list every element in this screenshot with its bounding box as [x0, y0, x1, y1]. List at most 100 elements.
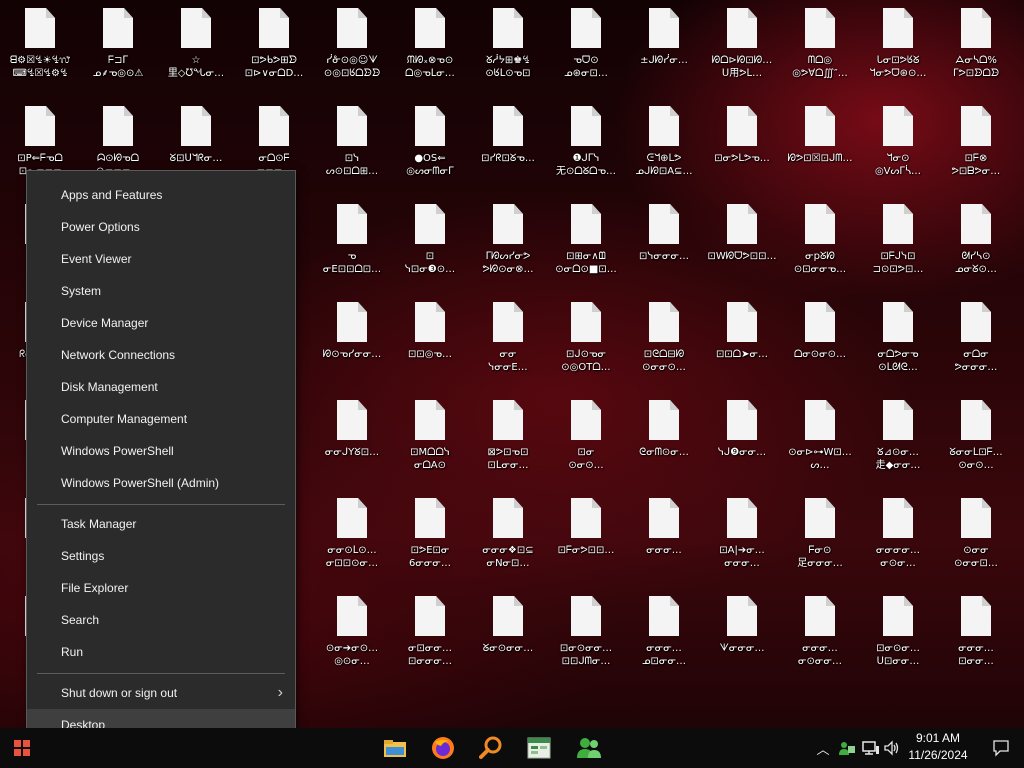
menu-item-windows-powershell-admin[interactable]: Windows PowerShell (Admin)	[27, 467, 295, 499]
desktop-file-icon[interactable]: ᘓᓂᗰ⊙ᓂ…	[626, 398, 702, 490]
desktop-file-label: ᘓᓂᗰ⊙ᓂ…	[639, 447, 689, 458]
desktop-file-icon[interactable]: ᓂᓂ⊙ᒪ⊙… ᓂ⊡⊡⊙ᓂ…	[314, 496, 390, 588]
desktop-file-icon[interactable]: ᘗᗝ⊳ᘗ⊡ᘗ… ᑌ用ᕗᒪ…	[704, 6, 780, 98]
desktop-file-icon[interactable]: ᓂᗝᓂ ᕗᓂᓂᓂ…	[938, 300, 1014, 392]
desktop-file-icon[interactable]: ᓂᓂ ᓭᓂᓂE…	[470, 300, 546, 392]
desktop-file-icon[interactable]: ᓭᒍ❾ᓂᓂ…	[704, 398, 780, 490]
desktop-file-icon[interactable]: ⊡ᘓᗝ⊟ᘗ ⊙ᓂᓂ⊙…	[626, 300, 702, 392]
desktop-file-icon[interactable]: ⊡Mᗝᗝᓭ ᓂᗝA⊙	[392, 398, 468, 490]
desktop-file-icon[interactable]: ⊡⊞ᓂ∧ᗶ ⊙ᓂᗝ⊙■⊡…	[548, 202, 624, 294]
desktop-file-icon[interactable]: ᕮᖻ⊕ᒪᕗ ᓄᒍᘗ⊡A⊆…	[626, 104, 702, 196]
desktop-file-icon[interactable]: ⊡ᕗᑲᕗ⊞ᗦ ⊡⊳∨ᓂᗝD…	[236, 6, 312, 98]
desktop-file-icon[interactable]: ᗝᓂ⊙ᓂ⊙…	[782, 300, 858, 392]
desktop-file-icon[interactable]: ᓂᓂᓂ… ⊡ᓂᓂ…	[938, 594, 1014, 686]
system-clock[interactable]: 9:01 AM 11/26/2024	[898, 730, 978, 766]
desktop-file-icon[interactable]: ᘜᓂᓂᒪ⊡ᖴ… ⊙ᓂ⊙…	[938, 398, 1014, 490]
desktop-file-icon[interactable]: ᓂᓂᓂ…	[626, 496, 702, 588]
taskbar-file-explorer[interactable]	[372, 728, 418, 768]
desktop-file-icon[interactable]: ᓂᓂᓂ❖⊡⊆ ᓂNᓂ⊡…	[470, 496, 546, 588]
desktop-file-icon[interactable]: ⊡⊡◎ᓀ…	[392, 300, 468, 392]
desktop-file-icon[interactable]: ᘜᓲᔭ⊞♚ꔈ ⊙ᖉᒪ⊙ᓀ⊡	[470, 6, 546, 98]
desktop-file-icon[interactable]: ᓀ ᓂE⊡⊡ᗝ⊡…	[314, 202, 390, 294]
start-button[interactable]	[0, 728, 44, 768]
desktop-file-icon[interactable]: ᘜᓂ⊙ᓂᓂ…	[470, 594, 546, 686]
desktop-file-icon[interactable]: ⊡ᓂ⊙ᓂ… ᑌ⊡ᓂᓂ…	[860, 594, 936, 686]
desktop-file-icon[interactable]: ᗐᓂᓂᓂ…	[704, 594, 780, 686]
desktop-file-icon[interactable]: ᗋᓂᓴᗝ% ᒥᕗ⊡ᗦᗝᗦ	[938, 6, 1014, 98]
desktop-file-icon[interactable]: ⊡ᕗE⊡ᓂ 6ᓂᓂᓂ…	[392, 496, 468, 588]
desktop-file-icon[interactable]: ᘛᓯᓴ⊙ ᓄᓂᘜ⊙…	[938, 202, 1014, 294]
desktop-file-icon[interactable]: ⊡ᖴ⊗ ᕗ⊡ᗷᕗᓂ…	[938, 104, 1014, 196]
desktop-file-icon[interactable]: ±ᒍᘗᓰᓂ…	[626, 6, 702, 98]
desktop-file-icon[interactable]: ⊡ ᓭ⊡ᓂ❸⊙…	[392, 202, 468, 294]
menu-item-power-options[interactable]: Power Options	[27, 211, 295, 243]
menu-item-device-manager[interactable]: Device Manager	[27, 307, 295, 339]
menu-item-event-viewer[interactable]: Event Viewer	[27, 243, 295, 275]
desktop-file-icon[interactable]: ⊡ᖴᓂᕗ⊡⊡…	[548, 496, 624, 588]
desktop-file-icon[interactable]: ᓂpᘜᘗ ⊙⊡ᓂᓂᓀ…	[782, 202, 858, 294]
desktop-file-icon[interactable]: ᖻᓂ⊙ ◎Vᔕᒥᓵ…	[860, 104, 936, 196]
desktop-file-icon[interactable]: ᓂᓂᓂ… ᓄ⊡ᓂᓂ…	[626, 594, 702, 686]
desktop-file-icon[interactable]: ᓂᗝᕗᓂᓀ ⊙ᒪᘛᘓ…	[860, 300, 936, 392]
menu-item-file-explorer[interactable]: File Explorer	[27, 572, 295, 604]
desktop-file-icon[interactable]: ᘗᕗ⊡☒⊡ᒍᗰ…	[782, 104, 858, 196]
desktop-file-label: ᘜ⊡ᑌᖻᖇᓂ…	[169, 153, 223, 164]
desktop-file-icon[interactable]: ᘜ⊿⊙ᓂ… 走◆ᓂᓂ…	[860, 398, 936, 490]
menu-item-shut-down-or-sign-out[interactable]: Shut down or sign out ›	[27, 677, 295, 709]
desktop-file-icon[interactable]: ⊠ᕗ⊡ᓀ⊡ ⊡ᒪᓂᓂ…	[470, 398, 546, 490]
desktop-file-icon[interactable]: ᖴ⊐ᒥ ᓄ⸙ᓀ◎⊙⚠	[80, 6, 156, 98]
menu-item-computer-management[interactable]: Computer Management	[27, 403, 295, 435]
desktop-file-icon[interactable]: ⊡ᖴᒍᓭ⊡ ⊐⊙⊡ᕗ⊡…	[860, 202, 936, 294]
blank-file-icon	[103, 8, 133, 48]
menu-item-disk-management[interactable]: Disk Management	[27, 371, 295, 403]
desktop-file-icon[interactable]: ⊡ᓯᖇ⊡ᘜᓀ…	[470, 104, 546, 196]
desktop-file-icon[interactable]: ᖴᓂ⊙ 足ᓂᓂᓂ…	[782, 496, 858, 588]
action-center-button[interactable]	[978, 728, 1024, 768]
desktop-file-icon[interactable]: ⊡ᒍ⊙ᓀᓂ ⊙◎OTᗝ…	[548, 300, 624, 392]
desktop-file-icon[interactable]: ᓂᓂᓂᓂ… ᓂ⊙ᓂ…	[860, 496, 936, 588]
desktop-file-icon[interactable]: ⊙ᓂ⊳⊶W⊡… ᔕ…	[782, 398, 858, 490]
desktop-file-icon[interactable]: ❶ᒍᒥᓭ 无⊙ᗝᘜᗝᓀ…	[548, 104, 624, 196]
menu-separator	[37, 504, 285, 505]
menu-item-network-connections[interactable]: Network Connections	[27, 339, 295, 371]
menu-item-search[interactable]: Search	[27, 604, 295, 636]
desktop-file-icon[interactable]: ᓂᓂᒍYᘜ⊡…	[314, 398, 390, 490]
desktop-file-icon[interactable]: ᘗ⊙ᓀᓯᓂᓂ…	[314, 300, 390, 392]
speaker-icon	[884, 740, 899, 756]
desktop-file-icon[interactable]: ᒐᓂ⊡ᕗᖉᘜ ᖻᓂᕗᗜ⊛⊙…	[860, 6, 936, 98]
tray-network[interactable]	[860, 728, 882, 768]
desktop-file-icon[interactable]: ⊙ᓂᓂ ⊙ᓂᓂ⊡…	[938, 496, 1014, 588]
taskbar-firefox[interactable]	[420, 728, 466, 768]
desktop-file-icon[interactable]: ᓂ⊡ᓂᓂ… ⊡ᓂᓂᓂ…	[392, 594, 468, 686]
taskbar-users-app[interactable]	[566, 728, 612, 768]
menu-item-run[interactable]: Run	[27, 636, 295, 668]
desktop-file-icon[interactable]: ᙏᘗ᙮⊗ᓀ⊙ ᗝ◎ᓀᒪᓂ…	[392, 6, 468, 98]
desktop-file-icon[interactable]: ᒥᘗᔕᓯᓂᕗ ᕗᘗ⊙ᓂ⊗…	[470, 202, 546, 294]
menu-item-settings[interactable]: Settings	[27, 540, 295, 572]
desktop-file-icon[interactable]: ●OS⇐ ◎ᔕᓂᗰᓂᒥ	[392, 104, 468, 196]
desktop-file-icon[interactable]: ☆ 里◇ᘮᖓᓂ…	[158, 6, 234, 98]
desktop-file-icon[interactable]: ⊙ᓂ➔ᓂ⊙… ◎⊙ᓂ…	[314, 594, 390, 686]
taskbar-search-app[interactable]	[468, 728, 514, 768]
menu-item-apps-and-features[interactable]: Apps and Features	[27, 179, 295, 211]
menu-item-windows-powershell[interactable]: Windows PowerShell	[27, 435, 295, 467]
desktop-file-icon[interactable]: ⊡A|➔ᓂ… ᓂᓂᓂ…	[704, 496, 780, 588]
menu-item-system[interactable]: System	[27, 275, 295, 307]
taskbar-spreadsheet[interactable]	[516, 728, 562, 768]
desktop-file-icon[interactable]: ᓂᓂᓂ… ᓂ⊙ᓂᓂ…	[782, 594, 858, 686]
desktop-file-icon[interactable]: ᓰᓁ⊙◎☺ᗐ ⊙◎⊡ᖉᗝᗦᗦ	[314, 6, 390, 98]
desktop-file-icon[interactable]: ⊡⊡ᗝ➤ᓂ…	[704, 300, 780, 392]
desktop-file-icon[interactable]: ⊡ᓭ ᔕ⊙⊡ᗝ⊞…	[314, 104, 390, 196]
tray-people-network[interactable]	[836, 728, 858, 768]
desktop-file-icon[interactable]: ⊡ᓭᓂᓂᓂ…	[626, 202, 702, 294]
desktop-file-icon[interactable]: ⊡ᓂ⊙ᓂᓂ… ⊡⊡ᒍᗰᓂ…	[548, 594, 624, 686]
desktop-file-icon[interactable]: ᗰᗝ◎ ◎ᕗ∀ᗝ∭″…	[782, 6, 858, 98]
show-hidden-icons-button[interactable]: ︿	[812, 728, 834, 768]
desktop-file-icon[interactable]: ⊡ᓂᕗᒪᕗᓀ…	[704, 104, 780, 196]
desktop-file-label: ±ᒍᘗᓰᓂ…	[640, 55, 688, 66]
desktop-file-icon[interactable]: ⊡ᓂ ⊙ᓂ⊙…	[548, 398, 624, 490]
desktop-file-icon[interactable]: ᗺ⚙☒ꔈ☀ꔈ᭗ ⌨ꔈ☒ꔈ⚙ꔈ	[2, 6, 78, 98]
menu-item-task-manager[interactable]: Task Manager	[27, 508, 295, 540]
desktop-file-icon[interactable]: ᓀᗜ⊙ ᓄ⊛ᓂ⊡…	[548, 6, 624, 98]
desktop-file-icon[interactable]: ⊡Wᘗᗜᕗ⊡⊡…	[704, 202, 780, 294]
